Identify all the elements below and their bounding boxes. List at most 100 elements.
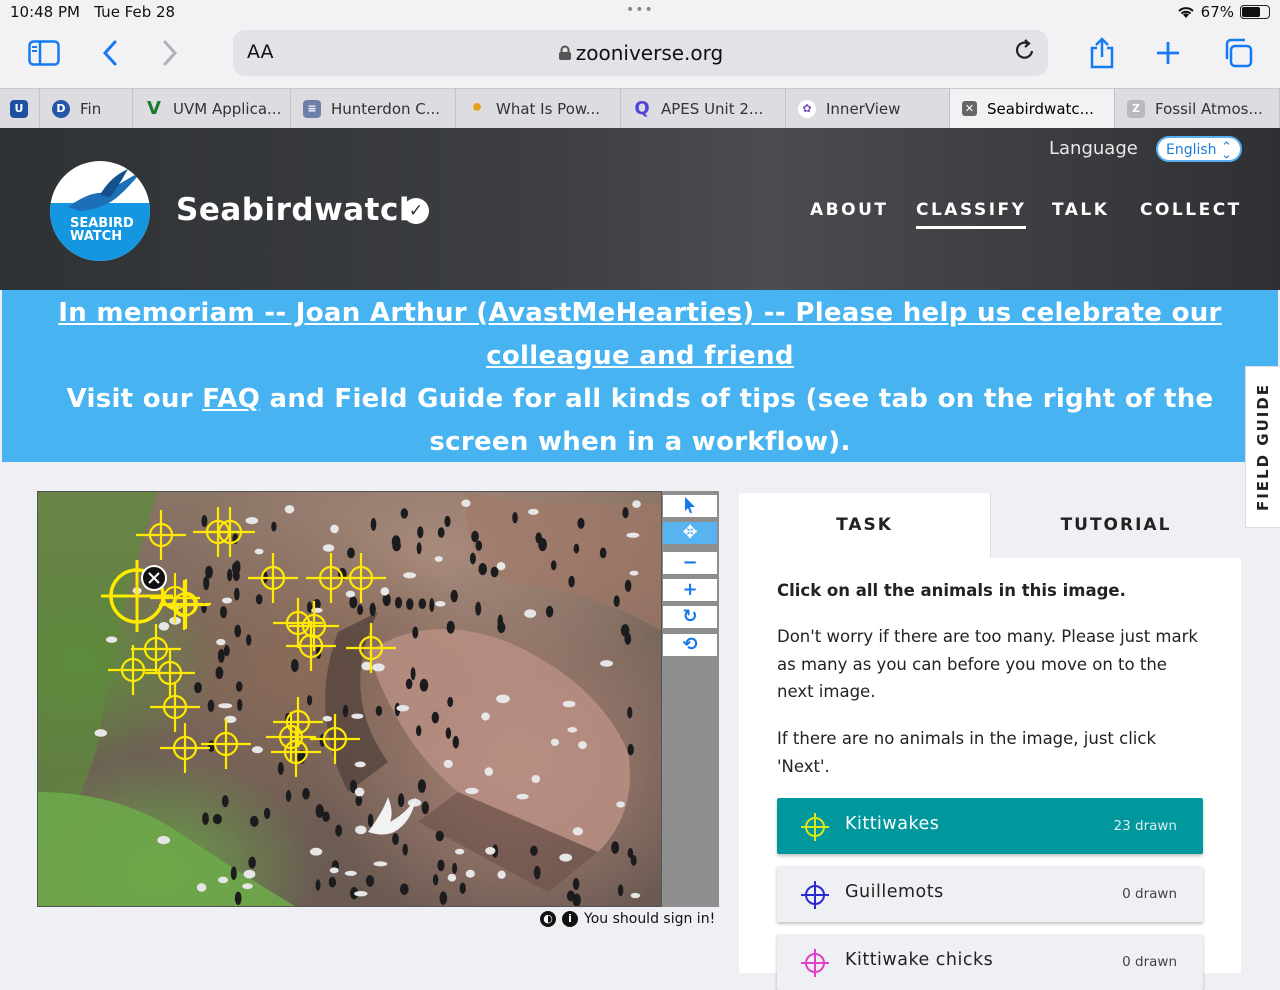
tab-6[interactable]: ✿ InnerView xyxy=(786,89,950,128)
nav-about[interactable]: ABOUT xyxy=(810,200,888,220)
kittiwake-bird xyxy=(157,836,171,845)
choice-guillemots[interactable]: Guillemots 0 drawn xyxy=(777,866,1203,922)
project-logo[interactable]: SEABIRD WATCH xyxy=(50,161,150,261)
nav-classify[interactable]: CLASSIFY xyxy=(916,200,1027,229)
memoriam-link[interactable]: In memoriam -- Joan Arthur (AvastMeHeart… xyxy=(32,292,1248,378)
kittiwake-bird xyxy=(559,853,573,862)
kittiwake-bird xyxy=(550,738,560,746)
kittiwake-bird xyxy=(616,801,625,808)
tab-4[interactable]: • What Is Pow... xyxy=(456,89,621,128)
tab-2[interactable]: V UVM Applica... xyxy=(133,89,291,128)
tab-task[interactable]: TASK xyxy=(739,493,990,558)
guillemot-bird xyxy=(620,624,630,637)
back-icon[interactable] xyxy=(90,36,130,70)
close-tab-icon[interactable]: ✕ xyxy=(962,101,977,116)
guillemot-bird xyxy=(432,874,439,886)
choice-kittiwake-chicks[interactable]: Kittiwake chicks 0 drawn xyxy=(777,934,1203,990)
kittiwake-bird xyxy=(481,712,490,721)
guillemot-bird xyxy=(512,512,518,524)
guillemot-bird xyxy=(538,538,547,552)
kittiwake-bird xyxy=(380,587,390,596)
url-text: zooniverse.org xyxy=(233,41,1048,65)
battery-icon xyxy=(1240,5,1270,19)
share-icon[interactable] xyxy=(1082,36,1122,70)
kittiwake-bird xyxy=(524,609,537,618)
tab-favicon-icon: Q xyxy=(634,98,650,119)
reload-icon[interactable] xyxy=(1014,38,1036,68)
tab-favicon-icon: Z xyxy=(1127,99,1145,118)
guillemot-bird xyxy=(255,594,263,605)
pan-tool-icon[interactable]: ✥ xyxy=(663,522,717,544)
nav-talk[interactable]: TALK xyxy=(1052,200,1109,220)
guillemot-bird xyxy=(545,605,554,618)
tab-favicon-icon: D xyxy=(52,99,70,118)
pointer-tool-icon[interactable] xyxy=(663,495,717,517)
guillemot-bird xyxy=(452,735,459,749)
kittiwake-bird xyxy=(435,601,446,607)
rotate-icon[interactable]: ↻ xyxy=(663,606,717,628)
zoom-out-icon[interactable]: − xyxy=(663,552,717,574)
kittiwake-bird xyxy=(528,508,539,515)
kittiwake-bird xyxy=(434,556,443,562)
guillemot-bird xyxy=(194,682,202,694)
kittiwake-bird xyxy=(461,499,471,507)
sidebar-icon[interactable] xyxy=(24,36,64,70)
banner-faq-text: Visit our FAQ and Field Guide for all ki… xyxy=(66,384,1214,457)
kittiwake-bird xyxy=(329,867,339,874)
kittiwake-bird xyxy=(484,767,493,776)
forward-icon[interactable] xyxy=(150,36,190,70)
kittiwake-bird xyxy=(373,861,388,867)
kittiwake-bird xyxy=(567,727,578,733)
kittiwake-bird xyxy=(251,746,263,754)
nav-collect[interactable]: COLLECT xyxy=(1140,200,1242,220)
guillemot-bird xyxy=(475,540,483,551)
guillemot-bird xyxy=(234,624,242,638)
guillemot-bird xyxy=(217,648,225,663)
kittiwake-bird xyxy=(626,532,640,538)
battery-percent: 67% xyxy=(1200,3,1234,21)
guillemot-bird xyxy=(410,667,416,681)
guillemot-bird xyxy=(452,862,458,874)
new-tab-icon[interactable] xyxy=(1148,36,1188,70)
address-bar[interactable]: AA zooniverse.org xyxy=(233,30,1048,76)
tab-8[interactable]: Z Fossil Atmos... xyxy=(1115,89,1280,128)
kittiwake-bird xyxy=(221,597,233,604)
subject-image[interactable] xyxy=(37,491,662,907)
language-select[interactable]: English ⌃ ⌃ xyxy=(1156,136,1242,162)
guillemot-bird xyxy=(437,527,445,538)
tab-tutorial[interactable]: TUTORIAL xyxy=(990,493,1241,558)
guillemot-bird xyxy=(446,620,455,634)
reset-view-icon[interactable]: ⟲ xyxy=(663,634,717,656)
guillemot-bird xyxy=(220,606,227,619)
tab-0[interactable]: U xyxy=(0,89,40,128)
invert-icon[interactable]: ◐ xyxy=(540,911,556,927)
kittiwake-bird xyxy=(216,638,226,646)
kittiwake-bird xyxy=(242,883,253,890)
field-guide-tab[interactable]: FIELD GUIDE xyxy=(1245,366,1280,528)
tabs-overview-icon[interactable] xyxy=(1218,36,1258,70)
tab-favicon-icon: • xyxy=(469,96,485,121)
choice-kittiwakes[interactable]: Kittiwakes 23 drawn xyxy=(777,798,1203,854)
guillemot-bird xyxy=(447,696,454,708)
guillemot-bird xyxy=(201,515,208,528)
tab-3[interactable]: ≡ Hunterdon C... xyxy=(291,89,456,128)
guillemot-bird xyxy=(290,659,299,672)
tab-1[interactable]: D Fin xyxy=(40,89,133,128)
guillemot-bird xyxy=(367,813,374,827)
guillemot-bird xyxy=(369,602,376,617)
project-title[interactable]: Seabirdwatch xyxy=(176,192,421,228)
guillemot-bird xyxy=(370,517,377,531)
zoom-in-icon[interactable]: + xyxy=(663,579,717,601)
kittiwake-bird xyxy=(309,847,323,856)
multitask-dots-icon[interactable]: ••• xyxy=(626,2,654,18)
seabird-icon xyxy=(68,169,142,211)
status-right: 67% xyxy=(1177,3,1270,21)
info-icon[interactable]: i xyxy=(562,911,578,927)
guillemot-bird xyxy=(439,891,448,905)
guillemot-bird xyxy=(234,587,240,601)
guillemot-bird xyxy=(445,727,452,739)
faq-link[interactable]: FAQ xyxy=(202,384,260,414)
tab-7-active[interactable]: ✕ Seabirdwatc... xyxy=(950,89,1115,128)
guillemot-bird xyxy=(392,539,401,552)
tab-5[interactable]: Q APES Unit 2... xyxy=(621,89,786,128)
